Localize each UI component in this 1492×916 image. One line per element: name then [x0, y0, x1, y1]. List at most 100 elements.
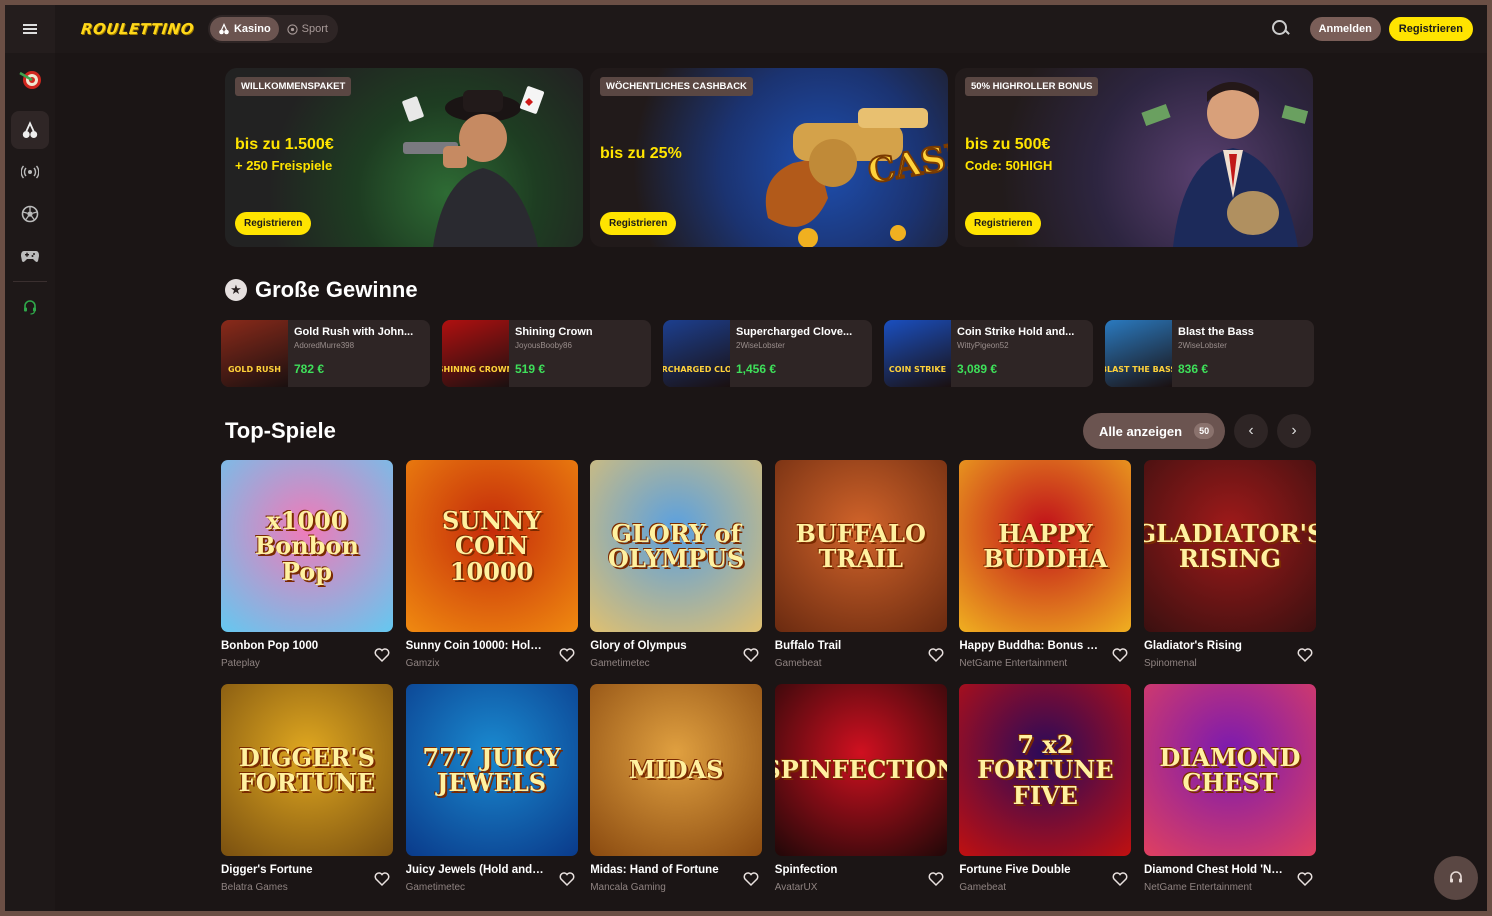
game-thumbnail[interactable]: DIAMOND CHEST	[1143, 684, 1316, 856]
sidebar-item-games[interactable]	[11, 237, 49, 275]
game-name: Diamond Chest Hold 'N' ...	[1143, 864, 1284, 876]
banner-register-button[interactable]: Registrieren	[965, 212, 1042, 235]
game-provider: Gametimetec	[590, 658, 650, 669]
game-thumbnail[interactable]: SUNNY COIN 10000	[405, 460, 578, 632]
game-thumbnail[interactable]: GLORY of OLYMPUS	[590, 460, 763, 632]
game-logo-text: GLORY of OLYMPUS	[608, 518, 745, 573]
favorite-heart-icon[interactable]	[558, 646, 576, 664]
hamburger-menu-button[interactable]	[5, 5, 55, 53]
big-wins-list: GOLD RUSH Gold Rush with John... AdoredMur…	[221, 320, 1314, 387]
promo-banner-highroller[interactable]: 50% HIGHROLLER BONUS bis zu 500€ Code: 5…	[955, 68, 1313, 247]
game-logo-text: 777 JUICY JEWELS	[422, 742, 561, 797]
header-actions: Anmelden Registrieren	[1270, 17, 1487, 41]
search-icon[interactable]	[1270, 18, 1292, 40]
favorite-heart-icon[interactable]	[1111, 646, 1129, 664]
banner-tag: WILLKOMMENSPAKET	[235, 77, 352, 96]
favorite-heart-icon[interactable]	[1296, 870, 1314, 888]
game-tile[interactable]: SUNNY COIN 10000 Sunny Coin 10000: Hold .…	[405, 460, 578, 678]
section-title-text: Große Gewinne	[255, 277, 418, 302]
game-tile[interactable]: GLADIATOR'S RISING Gladiator's Rising Spin…	[1143, 460, 1316, 678]
chevron-right-icon: ›	[1291, 422, 1297, 439]
game-tile[interactable]: SPINFECTION Spinfection AvatarUX	[774, 684, 947, 902]
game-logo-text: DIGGER'S FORTUNE	[238, 742, 376, 797]
tab-sport[interactable]: Sport	[279, 17, 336, 41]
big-win-card[interactable]: SHINING CROWN Shining Crown JoyousBooby86 5…	[442, 320, 651, 387]
hamburger-icon	[23, 28, 37, 30]
game-tile[interactable]: 777 JUICY JEWELS Juicy Jewels (Hold and L…	[405, 684, 578, 902]
game-thumbnail[interactable]: x1000 Bonbon Pop	[221, 460, 393, 632]
game-tile[interactable]: DIAMOND CHEST Diamond Chest Hold 'N' ... N…	[1143, 684, 1316, 902]
sidebar-item-sport[interactable]	[11, 195, 49, 233]
game-thumbnail: GOLD RUSH	[221, 320, 288, 387]
game-tile[interactable]: HAPPY BUDDHA Happy Buddha: Bonus C... NetG…	[959, 460, 1132, 678]
tab-label: Kasino	[233, 23, 271, 35]
sidebar-item-live[interactable]	[11, 153, 49, 191]
favorite-heart-icon[interactable]	[373, 646, 391, 664]
win-amount: 519 €	[515, 362, 546, 376]
game-name: Gladiator's Rising	[1143, 640, 1242, 652]
favorite-heart-icon[interactable]	[373, 870, 391, 888]
favorite-heart-icon[interactable]	[927, 646, 945, 664]
game-thumbnail[interactable]: 7 x2 FORTUNE FIVE	[959, 684, 1132, 856]
game-tile[interactable]: BUFFALO TRAIL Buffalo Trail Gamebeat	[774, 460, 947, 678]
favorite-heart-icon[interactable]	[742, 646, 760, 664]
game-tile[interactable]: 7 x2 FORTUNE FIVE Fortune Five Double Game…	[959, 684, 1132, 902]
tab-kasino[interactable]: Kasino	[209, 17, 279, 41]
win-info: Coin Strike Hold and... WittyPigeon52 3,08…	[951, 320, 1093, 387]
big-win-card[interactable]: BLAST THE BASS Blast the Bass 2WiseLobster…	[1105, 320, 1314, 387]
game-logo-text: BUFFALO TRAIL	[795, 518, 926, 573]
sidebar-item-casino[interactable]	[11, 111, 49, 149]
sidebar-item-promotions[interactable]	[11, 61, 49, 99]
game-tile[interactable]: DIGGER'S FORTUNE Digger's Fortune Belatra …	[221, 684, 393, 902]
game-name: Midas: Hand of Fortune	[590, 864, 719, 876]
promo-banner-cashback[interactable]: CASH BACK WÖCHENTLICHES CASHBACK bis zu …	[590, 68, 948, 247]
game-provider: Pateplay	[221, 658, 260, 669]
big-win-card[interactable]: COIN STRIKE Coin Strike Hold and... WittyP…	[884, 320, 1093, 387]
banner-tag: WÖCHENTLICHES CASHBACK	[600, 77, 753, 96]
favorite-heart-icon[interactable]	[1296, 646, 1314, 664]
win-amount: 836 €	[1178, 362, 1209, 376]
big-win-card[interactable]: GOLD RUSH Gold Rush with John... AdoredMur…	[221, 320, 430, 387]
game-thumbnail[interactable]: BUFFALO TRAIL	[774, 460, 947, 632]
game-thumbnail[interactable]: MIDAS	[590, 684, 763, 856]
site-logo[interactable]: ROULETTINO	[80, 20, 195, 38]
game-provider: Belatra Games	[221, 882, 288, 893]
app-frame: ROULETTINO Kasino Sport Anmelden Registr…	[5, 5, 1487, 911]
game-thumbnail[interactable]: GLADIATOR'S RISING	[1143, 460, 1316, 632]
game-thumbnail[interactable]: 777 JUICY JEWELS	[405, 684, 578, 856]
big-win-card[interactable]: SUPERCHARGED CLOVERSSupercharged Clove..…	[663, 320, 872, 387]
favorite-heart-icon[interactable]	[558, 870, 576, 888]
game-name: Juicy Jewels (Hold and L...	[405, 864, 546, 876]
win-info: Supercharged Clove... 2WiseLobster 1,456 €	[730, 320, 872, 387]
favorite-heart-icon[interactable]	[1111, 870, 1129, 888]
thumb-logo-text: SHINING CROWN	[442, 365, 509, 374]
game-thumbnail[interactable]: SPINFECTION	[774, 684, 947, 856]
banner-register-button[interactable]: Registrieren	[235, 212, 312, 235]
game-tile[interactable]: MIDAS Midas: Hand of Fortune Mancala Gamin…	[590, 684, 763, 902]
show-all-button[interactable]: Alle anzeigen 50	[1083, 413, 1226, 449]
next-arrow-button[interactable]: ›	[1277, 414, 1312, 448]
favorite-heart-icon[interactable]	[742, 870, 760, 888]
game-thumbnail[interactable]: DIGGER'S FORTUNE	[221, 684, 393, 856]
soccer-ball-icon	[287, 23, 298, 35]
login-button[interactable]: Anmelden	[1309, 17, 1381, 41]
promo-banner-welcome[interactable]: WILLKOMMENSPAKET bis zu 1.500€ + 250 Fre…	[225, 68, 583, 247]
register-button[interactable]: Registrieren	[1388, 17, 1473, 41]
win-username: 2WiseLobster	[736, 341, 785, 350]
game-name: Happy Buddha: Bonus C...	[959, 640, 1100, 652]
sidebar-divider	[13, 281, 47, 282]
prev-arrow-button[interactable]: ‹	[1234, 414, 1269, 448]
headset-icon	[24, 300, 36, 315]
game-logo-text: SUNNY COIN 10000	[441, 506, 542, 586]
promo-banners: WILLKOMMENSPAKET bis zu 1.500€ + 250 Fre…	[225, 68, 1313, 247]
sidebar-item-support[interactable]	[11, 288, 49, 326]
game-provider: Gamebeat	[774, 658, 822, 669]
top-header: ROULETTINO Kasino Sport Anmelden Registr…	[5, 5, 1487, 53]
game-thumbnail[interactable]: HAPPY BUDDHA	[959, 460, 1132, 632]
support-chat-button[interactable]	[1434, 856, 1478, 900]
favorite-heart-icon[interactable]	[927, 870, 945, 888]
game-tile[interactable]: x1000 Bonbon Pop Bonbon Pop 1000 Pateplay	[221, 460, 393, 678]
banner-register-button[interactable]: Registrieren	[600, 212, 677, 235]
game-tile[interactable]: GLORY of OLYMPUS Glory of Olympus Gametime…	[590, 460, 763, 678]
dartboard-icon	[19, 71, 41, 89]
